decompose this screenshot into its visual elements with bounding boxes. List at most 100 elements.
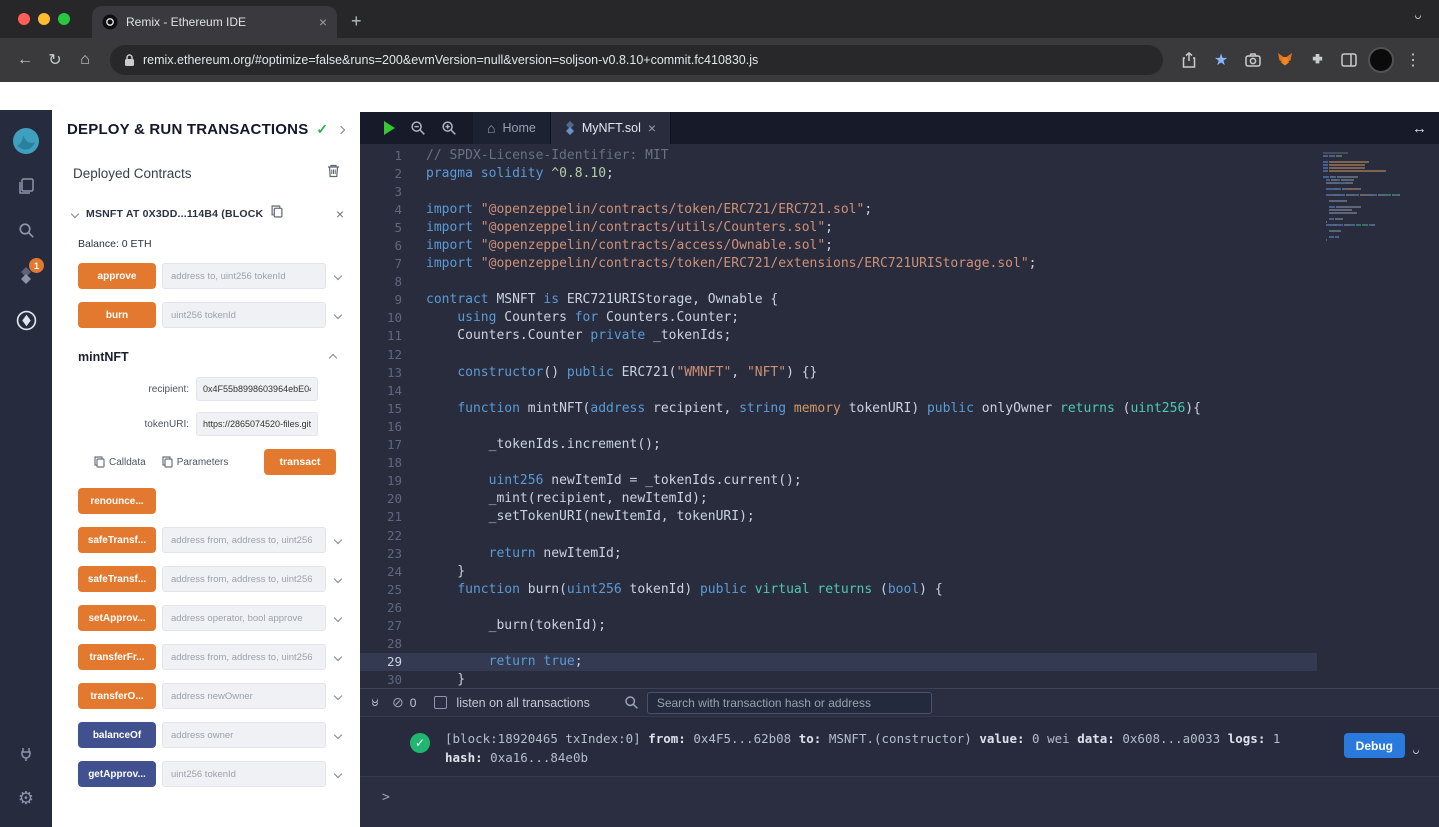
- code-line[interactable]: 12: [360, 345, 1317, 363]
- expand-editor-icon[interactable]: ↔: [1412, 112, 1439, 144]
- extensions-puzzle-icon[interactable]: [1303, 46, 1331, 74]
- side-panel-icon[interactable]: [1335, 46, 1363, 74]
- code-line[interactable]: 7import "@openzeppelin/contracts/token/E…: [360, 255, 1317, 273]
- metamask-icon[interactable]: [1271, 46, 1299, 74]
- expand-function-icon[interactable]: [326, 732, 350, 738]
- copy-address-icon[interactable]: [271, 205, 283, 223]
- code-line[interactable]: 17 _tokenIds.increment();: [360, 436, 1317, 454]
- function-args-input[interactable]: [162, 761, 326, 787]
- minimap[interactable]: [1317, 144, 1439, 688]
- tab-home[interactable]: ⌂ Home: [473, 112, 551, 144]
- function-button-safetransf[interactable]: safeTransf...: [78, 527, 156, 553]
- transaction-log-entry[interactable]: ✓ [block:18920465 txIndex:0] from: 0x4F5…: [360, 717, 1439, 777]
- function-args-input[interactable]: [162, 302, 326, 328]
- function-args-input[interactable]: [162, 566, 326, 592]
- code-line[interactable]: 10 using Counters for Counters.Counter;: [360, 309, 1317, 327]
- code-line[interactable]: 5import "@openzeppelin/contracts/utils/C…: [360, 218, 1317, 236]
- back-icon[interactable]: ←: [10, 45, 40, 75]
- zoom-in-icon[interactable]: [441, 120, 457, 136]
- share-icon[interactable]: [1175, 46, 1203, 74]
- listen-checkbox[interactable]: [434, 696, 447, 709]
- bookmark-star-icon[interactable]: ★: [1207, 46, 1235, 74]
- code-line[interactable]: 16: [360, 417, 1317, 435]
- debug-button[interactable]: Debug: [1344, 733, 1405, 758]
- expand-function-icon[interactable]: [326, 312, 350, 318]
- maximize-window-button[interactable]: [58, 13, 70, 25]
- expand-log-icon[interactable]: [1413, 741, 1419, 759]
- browser-menu-icon[interactable]: ⋮: [1399, 46, 1427, 74]
- new-tab-button[interactable]: +: [351, 11, 362, 32]
- plugin-manager-icon[interactable]: [0, 731, 52, 776]
- code-line[interactable]: 26: [360, 598, 1317, 616]
- clear-console-icon[interactable]: ⊘: [392, 694, 404, 711]
- expand-function-icon[interactable]: [326, 693, 350, 699]
- code-line[interactable]: 22: [360, 526, 1317, 544]
- deploy-run-icon[interactable]: [0, 298, 52, 343]
- close-window-button[interactable]: [18, 13, 30, 25]
- function-button-approve[interactable]: approve: [78, 263, 156, 289]
- settings-gear-icon[interactable]: ⚙: [0, 776, 52, 821]
- expand-function-icon[interactable]: [326, 654, 350, 660]
- profile-avatar[interactable]: [1367, 46, 1395, 74]
- function-button-transferfr[interactable]: transferFr...: [78, 644, 156, 670]
- code-line[interactable]: 4import "@openzeppelin/contracts/token/E…: [360, 200, 1317, 218]
- contract-expand-icon[interactable]: [71, 210, 79, 218]
- tab-mynft-sol[interactable]: MyNFT.sol ×: [551, 112, 671, 144]
- expand-function-icon[interactable]: [326, 771, 350, 777]
- tokenuri-input[interactable]: [196, 412, 318, 436]
- trash-icon[interactable]: [327, 164, 340, 183]
- code-line[interactable]: 18: [360, 454, 1317, 472]
- code-line[interactable]: 21 _setTokenURI(newItemId, tokenURI);: [360, 508, 1317, 526]
- code-line[interactable]: 2pragma solidity ^0.8.10;: [360, 164, 1317, 182]
- code-line[interactable]: 14: [360, 381, 1317, 399]
- collapse-terminal-icon[interactable]: [372, 700, 378, 706]
- code-line[interactable]: 29 return true;: [360, 653, 1317, 671]
- reload-icon[interactable]: ↻: [40, 45, 70, 75]
- function-button-setapprov[interactable]: setApprov...: [78, 605, 156, 631]
- code-line[interactable]: 19 uint256 newItemId = _tokenIds.current…: [360, 472, 1317, 490]
- code-line[interactable]: 15 function mintNFT(address recipient, s…: [360, 399, 1317, 417]
- function-args-input[interactable]: [162, 683, 326, 709]
- terminal-prompt[interactable]: >: [360, 777, 1439, 805]
- function-args-input[interactable]: [162, 644, 326, 670]
- code-line[interactable]: 6import "@openzeppelin/contracts/access/…: [360, 236, 1317, 254]
- function-args-input[interactable]: [162, 263, 326, 289]
- code-line[interactable]: 28: [360, 635, 1317, 653]
- tab-close-icon[interactable]: ×: [319, 15, 327, 29]
- code-line[interactable]: 24 }: [360, 562, 1317, 580]
- home-icon[interactable]: ⌂: [70, 45, 100, 75]
- solidity-compiler-icon[interactable]: 1: [0, 253, 52, 298]
- code-line[interactable]: 11 Counters.Counter private _tokenIds;: [360, 327, 1317, 345]
- panel-collapse-icon[interactable]: [338, 120, 348, 138]
- run-script-icon[interactable]: [384, 121, 395, 135]
- code-line[interactable]: 20 _mint(recipient, newItemId);: [360, 490, 1317, 508]
- function-button-balanceof[interactable]: balanceOf: [78, 722, 156, 748]
- function-button-burn[interactable]: burn: [78, 302, 156, 328]
- function-button-safetransf[interactable]: safeTransf...: [78, 566, 156, 592]
- code-line[interactable]: 9contract MSNFT is ERC721URIStorage, Own…: [360, 291, 1317, 309]
- code-line[interactable]: 25 function burn(uint256 tokenId) public…: [360, 580, 1317, 598]
- search-icon[interactable]: [0, 208, 52, 253]
- function-button-getapprov[interactable]: getApprov...: [78, 761, 156, 787]
- remix-logo-icon[interactable]: [0, 118, 52, 163]
- function-args-input[interactable]: [162, 722, 326, 748]
- collapse-mint-icon[interactable]: [330, 348, 336, 366]
- deployed-contract-header[interactable]: MSNFT AT 0X3DD...114B4 (BLOCK ×: [72, 205, 344, 223]
- code-line[interactable]: 3: [360, 182, 1317, 200]
- code-editor[interactable]: 1// SPDX-License-Identifier: MIT2pragma …: [360, 144, 1439, 688]
- remove-contract-icon[interactable]: ×: [336, 206, 344, 222]
- code-line[interactable]: 30 }: [360, 671, 1317, 688]
- code-line[interactable]: 1// SPDX-License-Identifier: MIT: [360, 146, 1317, 164]
- expand-function-icon[interactable]: [326, 537, 350, 543]
- transact-button[interactable]: transact: [264, 449, 336, 475]
- expand-function-icon[interactable]: [326, 273, 350, 279]
- function-args-input[interactable]: [162, 527, 326, 553]
- calldata-copy[interactable]: Calldata: [94, 456, 146, 468]
- expand-function-icon[interactable]: [326, 615, 350, 621]
- code-line[interactable]: 23 return newItemId;: [360, 544, 1317, 562]
- file-explorer-icon[interactable]: [0, 163, 52, 208]
- address-bar[interactable]: remix.ethereum.org/#optimize=false&runs=…: [110, 45, 1163, 75]
- camera-extension-icon[interactable]: [1239, 46, 1267, 74]
- terminal-search-input[interactable]: [647, 692, 932, 714]
- code-line[interactable]: 27 _burn(tokenId);: [360, 616, 1317, 634]
